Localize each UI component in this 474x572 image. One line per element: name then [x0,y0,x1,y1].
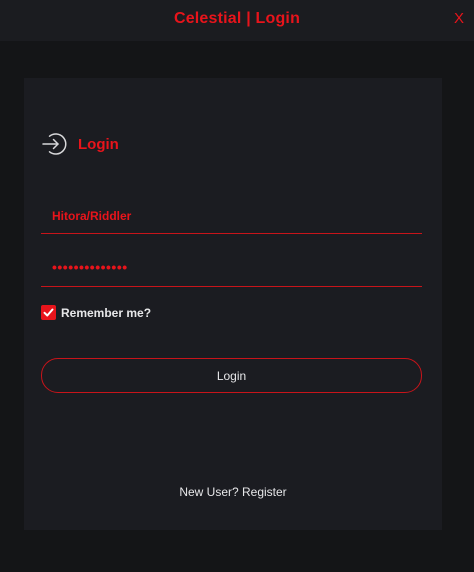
password-field[interactable]: •••••••••••••• [41,246,422,287]
login-button[interactable]: Login [41,358,422,393]
password-value: •••••••••••••• [52,259,128,275]
login-panel: Login Hitora/Riddler •••••••••••••• Reme… [24,78,442,530]
username-field[interactable]: Hitora/Riddler [41,193,422,234]
login-window: Celestial | Login X Login Hitora/Riddler… [0,0,474,572]
username-value: Hitora/Riddler [52,209,132,223]
window-title: Celestial | Login [173,10,301,27]
login-header: Login [41,131,119,157]
login-heading: Login [78,135,119,153]
title-bar[interactable]: Celestial | Login X [0,0,474,41]
close-button[interactable]: X [454,11,464,27]
register-link[interactable]: New User? Register [24,485,442,499]
remember-me-label: Remember me? [61,305,152,320]
remember-me-checkbox[interactable] [41,305,56,320]
remember-me-option[interactable]: Remember me? [41,305,151,320]
login-arrow-icon [41,131,67,157]
checkmark-icon [43,308,54,317]
